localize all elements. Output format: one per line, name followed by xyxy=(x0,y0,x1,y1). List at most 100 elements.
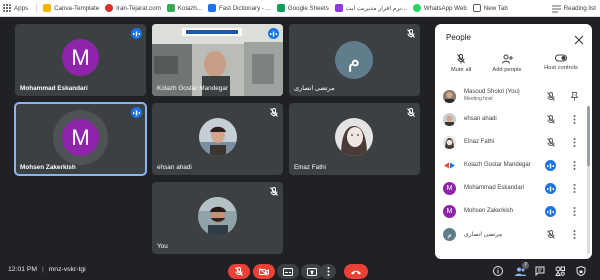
camera-toggle-button[interactable] xyxy=(253,264,275,279)
bookmark-persian-site[interactable]: نرم افزار مدیریت ایت... xyxy=(334,1,407,16)
pin-icon xyxy=(570,92,578,101)
sheets-icon xyxy=(276,4,285,12)
bookmark-label: Iran-Tejarat.com xyxy=(116,4,161,12)
add-people-button[interactable]: Add people xyxy=(481,54,533,73)
host-controls-button[interactable] xyxy=(575,265,587,277)
avatar: M xyxy=(62,119,99,156)
bookmark-new-tab[interactable]: New Tab xyxy=(472,1,508,16)
participant-row[interactable]: م مرتضی انصاری xyxy=(435,224,592,246)
tile-name: Mohammad Eskandari xyxy=(20,85,88,92)
mute-all-button[interactable]: Mute all xyxy=(435,54,487,73)
meeting-code: mnz-vskr-tgi xyxy=(48,266,86,273)
bookmark-canva[interactable]: Canva-Template xyxy=(43,1,99,16)
participant-name: Mohammad Eskandari xyxy=(464,185,525,191)
speaking-indicator-icon xyxy=(268,28,279,39)
bookmark-kolazh[interactable]: Kolazh... xyxy=(166,1,202,16)
bookmark-apps[interactable]: Apps xyxy=(3,1,28,16)
participant-mic-muted-icon[interactable] xyxy=(545,229,556,240)
pin-button[interactable] xyxy=(569,91,579,102)
camera-off-icon xyxy=(259,267,269,276)
participant-tile[interactable]: M Mohammad Eskandari xyxy=(15,24,146,96)
participant-row[interactable]: ehsan ahadi xyxy=(435,109,592,131)
participant-name: مرتضی انصاری xyxy=(464,232,503,238)
tile-name: You xyxy=(157,243,168,250)
participant-row[interactable]: Elnaz Fathi xyxy=(435,132,592,154)
participant-row[interactable]: M Mohsen Zakerkish xyxy=(435,201,592,223)
participant-speaking-icon[interactable] xyxy=(545,160,556,171)
participant-tile-active[interactable]: M Mohsen Zakerkish xyxy=(14,102,147,176)
panel-actions: Mute all Add people Host controls xyxy=(435,54,592,82)
more-vert-icon xyxy=(327,267,329,276)
bookmark-label: Google Sheets xyxy=(287,4,329,12)
participant-mic-muted-icon[interactable] xyxy=(545,91,556,102)
meeting-controls-bar: 12:01 PM | mnz-vskr-tgi 7 xyxy=(0,262,600,280)
avatar: M xyxy=(62,39,99,76)
participant-tile-video[interactable]: Kolazh Gostar Mandegar xyxy=(152,24,283,96)
participant-row[interactable]: M Mohammad Eskandari xyxy=(435,178,592,200)
reading-list-button[interactable]: Reading list xyxy=(551,0,596,17)
mic-muted-icon xyxy=(268,107,279,118)
activities-button[interactable] xyxy=(554,265,566,277)
participant-row[interactable]: Masoud Shokri (You) Meeting host xyxy=(435,86,592,108)
bookmark-google-sheets[interactable]: Google Sheets xyxy=(276,1,329,16)
participant-speaking-icon[interactable] xyxy=(545,183,556,194)
participant-mic-muted-icon[interactable] xyxy=(545,114,556,125)
more-options-icon[interactable] xyxy=(569,229,579,240)
captions-icon xyxy=(283,267,293,276)
participant-mic-muted-icon[interactable] xyxy=(545,137,556,148)
bookmark-icon xyxy=(43,4,52,12)
participant-row[interactable]: Kolazh Gostar Mandegar xyxy=(435,155,592,177)
participant-photo xyxy=(335,118,373,156)
participant-avatar xyxy=(443,159,456,172)
participant-tile[interactable]: Elnaz Fathi xyxy=(289,103,420,175)
action-label: Mute all xyxy=(450,67,472,73)
speaking-indicator-icon xyxy=(131,28,142,39)
divider: | xyxy=(41,266,44,273)
self-tile[interactable]: You xyxy=(152,182,283,254)
mic-muted-icon xyxy=(405,28,416,39)
chat-button[interactable] xyxy=(534,265,546,277)
meeting-details-button[interactable] xyxy=(492,265,504,277)
participant-photo xyxy=(198,197,237,236)
participant-name: Kolazh Gostar Mandegar xyxy=(464,162,531,168)
more-options-icon[interactable] xyxy=(569,160,579,171)
bookmark-fast-dictionary[interactable]: Fast Dictionary - ... xyxy=(207,1,271,16)
captions-button[interactable] xyxy=(277,264,299,279)
more-options-icon[interactable] xyxy=(569,114,579,125)
participant-speaking-icon[interactable] xyxy=(545,206,556,217)
mic-toggle-button[interactable] xyxy=(228,264,250,279)
close-icon xyxy=(574,35,584,45)
meeting-time: 12:01 PM xyxy=(8,266,38,273)
action-label: Add people xyxy=(492,67,522,73)
site-icon xyxy=(105,4,114,12)
more-options-button[interactable] xyxy=(320,264,336,279)
activities-icon xyxy=(555,266,565,276)
close-panel-button[interactable] xyxy=(574,32,584,45)
bookmark-label: Kolazh... xyxy=(177,4,202,12)
tile-name: Kolazh Gostar Mandegar xyxy=(157,85,229,92)
bookmark-label: Canva-Template xyxy=(54,4,100,12)
tile-name: ehsan ahadi xyxy=(157,164,192,171)
more-options-icon[interactable] xyxy=(569,183,579,194)
participant-name: Masoud Shokri (You) xyxy=(464,89,520,95)
participant-tile[interactable]: م مرتضی انصاری xyxy=(289,24,420,96)
whatsapp-icon xyxy=(412,4,421,12)
more-options-icon[interactable] xyxy=(569,137,579,148)
bookmark-iran-tejarat[interactable]: Iran-Tejarat.com xyxy=(105,1,161,16)
bookmark-whatsapp[interactable]: WhatsApp Web xyxy=(412,1,467,16)
people-panel: People Mute all Add people Host controls… xyxy=(435,24,592,259)
people-button[interactable]: 7 xyxy=(514,262,529,277)
avatar-initial: M xyxy=(71,124,90,150)
avatar-initial: م xyxy=(347,49,361,72)
host-controls-toggle[interactable]: Host controls xyxy=(535,54,587,71)
shield-lock-icon xyxy=(576,266,586,276)
mic-muted-icon xyxy=(268,186,279,197)
bookmark-label: Fast Dictionary - ... xyxy=(218,4,271,12)
more-options-icon[interactable] xyxy=(569,206,579,217)
reading-list-label: Reading list xyxy=(563,5,596,12)
chat-icon xyxy=(535,266,545,276)
leave-call-button[interactable] xyxy=(344,264,368,279)
participant-tile[interactable]: ehsan ahadi xyxy=(152,103,283,175)
tile-name: مرتضی انصاری xyxy=(294,85,335,92)
info-icon xyxy=(493,266,503,276)
